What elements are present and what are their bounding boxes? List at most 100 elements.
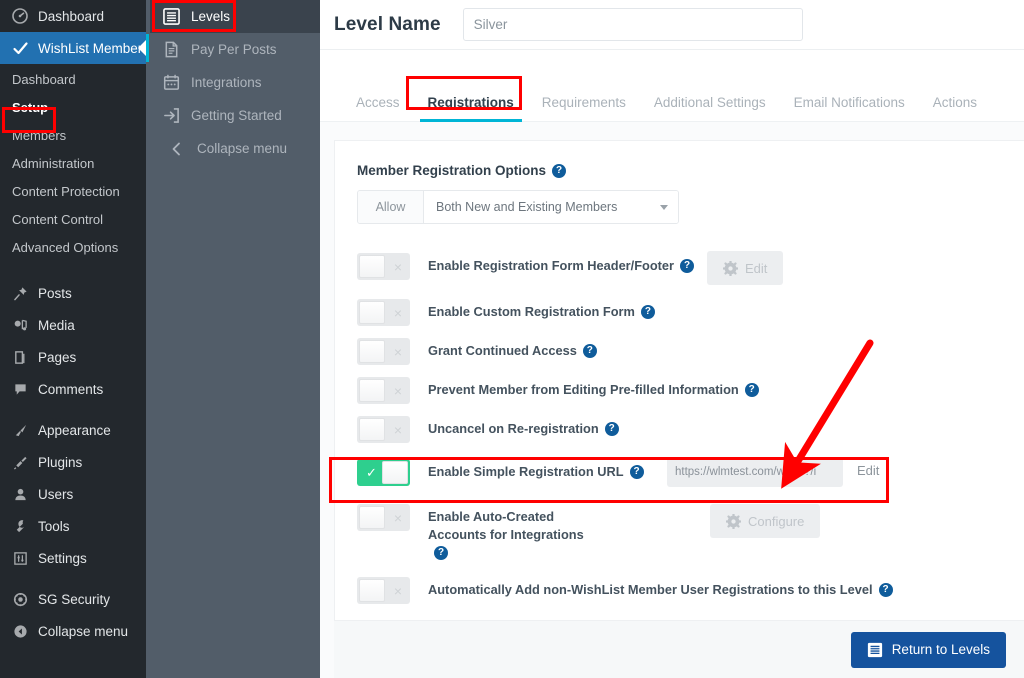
edit-header-footer-button[interactable]: Edit (707, 251, 784, 285)
sidebar-item-sg-security[interactable]: SG Security (0, 583, 146, 615)
pages-icon (10, 347, 30, 367)
help-icon[interactable]: ? (640, 305, 655, 319)
configure-integrations-button[interactable]: Configure (710, 504, 821, 538)
simple-registration-url-field[interactable]: https://wlmtest.com/wray/?/i (667, 457, 843, 487)
return-to-levels-button[interactable]: Return to Levels (850, 631, 1006, 668)
panel-item-levels[interactable]: Levels (146, 0, 320, 33)
sidebar-item-pages[interactable]: Pages (0, 341, 146, 373)
toggle-prevent-member-editing-prefilled[interactable]: × (357, 377, 410, 404)
sidebar-item-plugins[interactable]: Plugins (0, 446, 146, 478)
help-icon[interactable]: ? (582, 344, 597, 358)
edit-button-label: Edit (745, 260, 768, 276)
toggle-uncancel-on-reregistration[interactable]: × (357, 416, 410, 443)
option-label-text: Enable Custom Registration Form (428, 304, 635, 319)
edit-simple-registration-url-link[interactable]: Edit (857, 463, 879, 478)
help-icon[interactable]: ? (552, 163, 567, 178)
sidebar-item-appearance[interactable]: Appearance (0, 414, 146, 446)
toggle-state-icon: × (393, 382, 402, 399)
help-icon[interactable]: ? (434, 546, 448, 560)
panel-item-label: Collapse menu (197, 141, 288, 156)
submenu-item-advanced-options[interactable]: Advanced Options (0, 234, 146, 262)
page-title: Level Name (334, 13, 441, 35)
submenu-item-members[interactable]: Members (0, 122, 146, 150)
check-icon (10, 38, 30, 58)
sidebar-divider-3 (0, 574, 146, 583)
toggle-state-icon: × (393, 421, 402, 438)
sidebar-item-wishlist-member[interactable]: WishList Member (0, 32, 146, 64)
toggle-enable-registration-form-header-footer[interactable]: × (357, 253, 410, 280)
sidebar-item-media[interactable]: Media (0, 309, 146, 341)
sidebar-item-label: WishList Member (38, 40, 143, 56)
tab-requirements[interactable]: Requirements (528, 95, 640, 121)
submenu-item-setup[interactable]: Setup (0, 94, 146, 122)
option-row: × Grant Continued Access ? (357, 335, 1024, 369)
tab-additional-settings[interactable]: Additional Settings (640, 95, 780, 121)
sidebar-item-comments[interactable]: Comments (0, 373, 146, 405)
panel-footer: Return to Levels (334, 620, 1024, 678)
sidebar-item-dashboard[interactable]: Dashboard (0, 0, 146, 32)
help-icon[interactable]: ? (744, 383, 759, 397)
option-label: Uncancel on Re-registration ? (428, 413, 619, 438)
sidebar-item-posts[interactable]: Posts (0, 277, 146, 309)
submenu-item-dashboard[interactable]: Dashboard (0, 66, 146, 94)
toggle-grant-continued-access[interactable]: × (357, 338, 410, 365)
sidebar-item-label: SG Security (38, 591, 111, 607)
submenu-item-content-protection[interactable]: Content Protection (0, 178, 146, 206)
help-icon[interactable]: ? (878, 583, 893, 597)
toggle-auto-add-non-wishlist-registrations[interactable]: × (357, 577, 410, 604)
collapse-circle-icon (10, 621, 30, 641)
sidebar-item-users[interactable]: Users (0, 478, 146, 510)
option-row: × Enable Auto-Created Accounts for Integ… (357, 501, 1024, 560)
active-pointer-arrow (138, 40, 146, 56)
toggle-enable-simple-registration-url[interactable]: ✓ (357, 459, 410, 486)
option-row-simple-registration-url: ✓ Enable Simple Registration URL ? https… (357, 456, 1024, 490)
panel-item-getting-started[interactable]: Getting Started (146, 99, 320, 132)
section-title: Member Registration Options (357, 163, 547, 178)
help-icon[interactable]: ? (680, 259, 695, 273)
tab-registrations[interactable]: Registrations (414, 95, 528, 122)
toggle-state-icon: × (393, 258, 402, 275)
comment-icon (10, 379, 30, 399)
tab-actions[interactable]: Actions (919, 95, 991, 121)
configure-button-label: Configure (748, 513, 805, 529)
wrench-icon (10, 516, 30, 536)
toggle-knob (359, 379, 385, 402)
help-icon[interactable]: ? (629, 465, 644, 479)
settings-tabbar: Access Registrations Requirements Additi… (320, 50, 1024, 122)
level-name-input[interactable] (462, 8, 803, 41)
wishlist-submenu: Dashboard Setup Members Administration C… (0, 64, 146, 268)
sidebar-item-label: Dashboard (38, 8, 105, 24)
toggle-state-icon: × (393, 304, 402, 321)
panel-item-pay-per-posts[interactable]: Pay Per Posts (146, 33, 320, 66)
panel-item-integrations[interactable]: Integrations (146, 66, 320, 99)
sidebar-item-collapse-menu[interactable]: Collapse menu (0, 615, 146, 647)
sidebar-item-label: Appearance (38, 422, 111, 438)
tab-access[interactable]: Access (342, 95, 414, 121)
help-icon[interactable]: ? (604, 422, 619, 436)
option-row: × Enable Registration Form Header/Footer… (357, 250, 1024, 285)
option-label: Enable Registration Form Header/Footer ? (428, 250, 695, 275)
option-label: Enable Custom Registration Form ? (428, 296, 655, 321)
option-label: Prevent Member from Editing Pre-filled I… (428, 374, 759, 399)
toggle-knob (359, 506, 385, 529)
toggle-state-icon: × (393, 582, 402, 599)
submenu-item-content-control[interactable]: Content Control (0, 206, 146, 234)
app-root: Dashboard WishList Member Dashboard Setu… (0, 0, 1024, 678)
toggle-enable-custom-registration-form[interactable]: × (357, 299, 410, 326)
panel-accent-bar (146, 34, 149, 62)
option-label-text: Uncancel on Re-registration (428, 421, 599, 436)
sidebar-divider-2 (0, 405, 146, 414)
toggle-knob (359, 255, 385, 278)
panel-item-collapse-menu[interactable]: Collapse menu (146, 132, 320, 165)
option-label-text: Grant Continued Access (428, 343, 577, 358)
allow-dropdown-group[interactable]: Allow Both New and Existing Members (357, 190, 679, 224)
sidebar-item-settings[interactable]: Settings (0, 542, 146, 574)
chevron-left-icon (166, 138, 188, 160)
submenu-item-administration[interactable]: Administration (0, 150, 146, 178)
sidebar-item-tools[interactable]: Tools (0, 510, 146, 542)
sliders-icon (10, 548, 30, 568)
tab-email-notifications[interactable]: Email Notifications (780, 95, 919, 121)
allow-select[interactable]: Both New and Existing Members (424, 191, 678, 223)
section-title-row: Member Registration Options ? (357, 163, 1024, 178)
toggle-enable-auto-created-accounts[interactable]: × (357, 504, 410, 531)
